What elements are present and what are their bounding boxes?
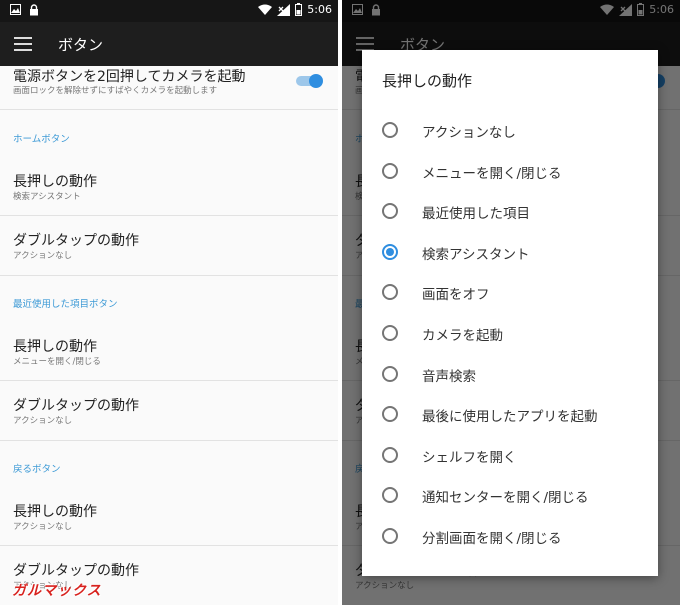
radio-option[interactable]: 最近使用した項目 — [362, 191, 658, 231]
radio-option[interactable]: 通知センターを開く/閉じる — [362, 475, 658, 515]
radio-unchecked-icon[interactable] — [382, 325, 398, 341]
status-time: 5:06 — [307, 3, 332, 16]
setting-title: ダブルタップの動作 — [13, 398, 139, 414]
setting-title: ダブルタップの動作 — [13, 233, 139, 249]
setting-subtitle: アクションなし — [13, 522, 73, 532]
status-bar: 5:06 — [0, 0, 338, 22]
radio-option[interactable]: 音声検索 — [362, 354, 658, 394]
radio-option[interactable]: アクションなし — [362, 110, 658, 150]
radio-unchecked-icon[interactable] — [382, 528, 398, 544]
settings-screen: 5:06 ボタン 電源ボタンを2回押してカメラを起動 画面ロックを解除せずにすば… — [0, 0, 338, 605]
option-label: 分割画面を開く/閉じる — [422, 531, 562, 547]
radio-option[interactable]: 検索アシスタント — [362, 232, 658, 272]
radio-option[interactable]: 画面をオフ — [362, 272, 658, 312]
option-label: シェルフを開く — [422, 449, 517, 466]
setting-subtitle: 画面ロックを解除せずにすばやくカメラを起動します — [13, 86, 218, 96]
image-notification-icon — [10, 4, 21, 15]
page-title: ボタン — [58, 36, 104, 54]
setting-title: 長押しの動作 — [13, 339, 97, 355]
battery-icon — [295, 3, 303, 16]
radio-unchecked-icon[interactable] — [382, 203, 398, 220]
section-header-recent: 最近使用した項目ボタン — [13, 299, 118, 310]
section-header-home: ホームボタン — [13, 134, 70, 145]
home-double-tap-setting[interactable]: ダブルタップの動作 アクションなし — [0, 216, 338, 276]
radio-option[interactable]: メニューを開く/閉じる — [362, 151, 658, 191]
radio-option[interactable]: シェルフを開く — [362, 435, 658, 475]
option-label: アクションなし — [422, 125, 516, 141]
camera-toggle[interactable] — [296, 74, 324, 88]
radio-unchecked-icon[interactable] — [382, 162, 398, 179]
option-label: メニューを開く/閉じる — [422, 165, 562, 182]
option-label: 最近使用した項目 — [422, 206, 530, 223]
wifi-icon — [258, 4, 273, 15]
option-label: カメラを起動 — [422, 328, 503, 344]
radio-unchecked-icon[interactable] — [382, 487, 398, 504]
radio-option[interactable]: 分割画面を開く/閉じる — [362, 516, 658, 556]
long-press-action-dialog: 長押しの動作 アクションなしメニューを開く/閉じる 最近使用した項目 検索アシスタン… — [362, 50, 658, 576]
setting-subtitle: 検索アシスタント — [13, 192, 81, 202]
setting-title: 長押しの動作 — [13, 174, 97, 190]
option-label: 通知センターを開く/閉じる — [422, 490, 589, 507]
setting-subtitle: アクションなし — [13, 416, 73, 426]
hamburger-menu-icon[interactable] — [14, 37, 32, 51]
radio-unchecked-icon[interactable] — [382, 446, 398, 463]
radio-unchecked-icon[interactable] — [382, 365, 398, 382]
setting-title: 長押しの動作 — [13, 504, 97, 520]
home-long-press-setting[interactable]: 長押しの動作 検索アシスタント — [0, 151, 338, 216]
radio-unchecked-icon[interactable] — [382, 284, 398, 301]
setting-title: ダブルタップの動作 — [13, 563, 139, 579]
option-label: 画面をオフ — [422, 287, 490, 304]
option-label: 検索アシスタント — [422, 246, 530, 263]
radio-option[interactable]: カメラを起動 — [362, 313, 658, 353]
lock-icon — [30, 4, 38, 16]
option-label: 最後に使用したアプリを起動 — [422, 409, 598, 426]
settings-screen-with-dialog: 5:06 ボタン 電源ボタンを2回押してカメラを起動 画面ロックを解除せずにすば… — [342, 0, 680, 605]
option-label: 音声検索 — [422, 368, 476, 385]
app-bar: ボタン — [0, 22, 338, 66]
back-long-press-setting[interactable]: 長押しの動作 アクションなし — [0, 481, 338, 546]
dialog-title: 長押しの動作 — [382, 72, 473, 90]
section-header-back: 戻るボタン — [13, 464, 61, 475]
recent-long-press-setting[interactable]: 長押しの動作 メニューを開く/閉じる — [0, 316, 338, 381]
setting-subtitle: メニューを開く/閉じる — [13, 357, 101, 367]
setting-title: 電源ボタンを2回押してカメラを起動 — [13, 69, 246, 85]
radio-checked-icon[interactable] — [382, 243, 398, 260]
setting-subtitle: アクションなし — [13, 251, 73, 261]
recent-double-tap-setting[interactable]: ダブルタップの動作 アクションなし — [0, 381, 338, 441]
radio-unchecked-icon[interactable] — [382, 122, 398, 138]
radio-option[interactable]: 最後に使用したアプリを起動 — [362, 394, 658, 434]
camera-double-press-setting[interactable]: 電源ボタンを2回押してカメラを起動 画面ロックを解除せずにすばやくカメラを起動し… — [0, 66, 338, 110]
radio-unchecked-icon[interactable] — [382, 406, 398, 423]
watermark-logo: ガルマックス — [12, 583, 102, 599]
no-signal-icon — [277, 3, 291, 16]
